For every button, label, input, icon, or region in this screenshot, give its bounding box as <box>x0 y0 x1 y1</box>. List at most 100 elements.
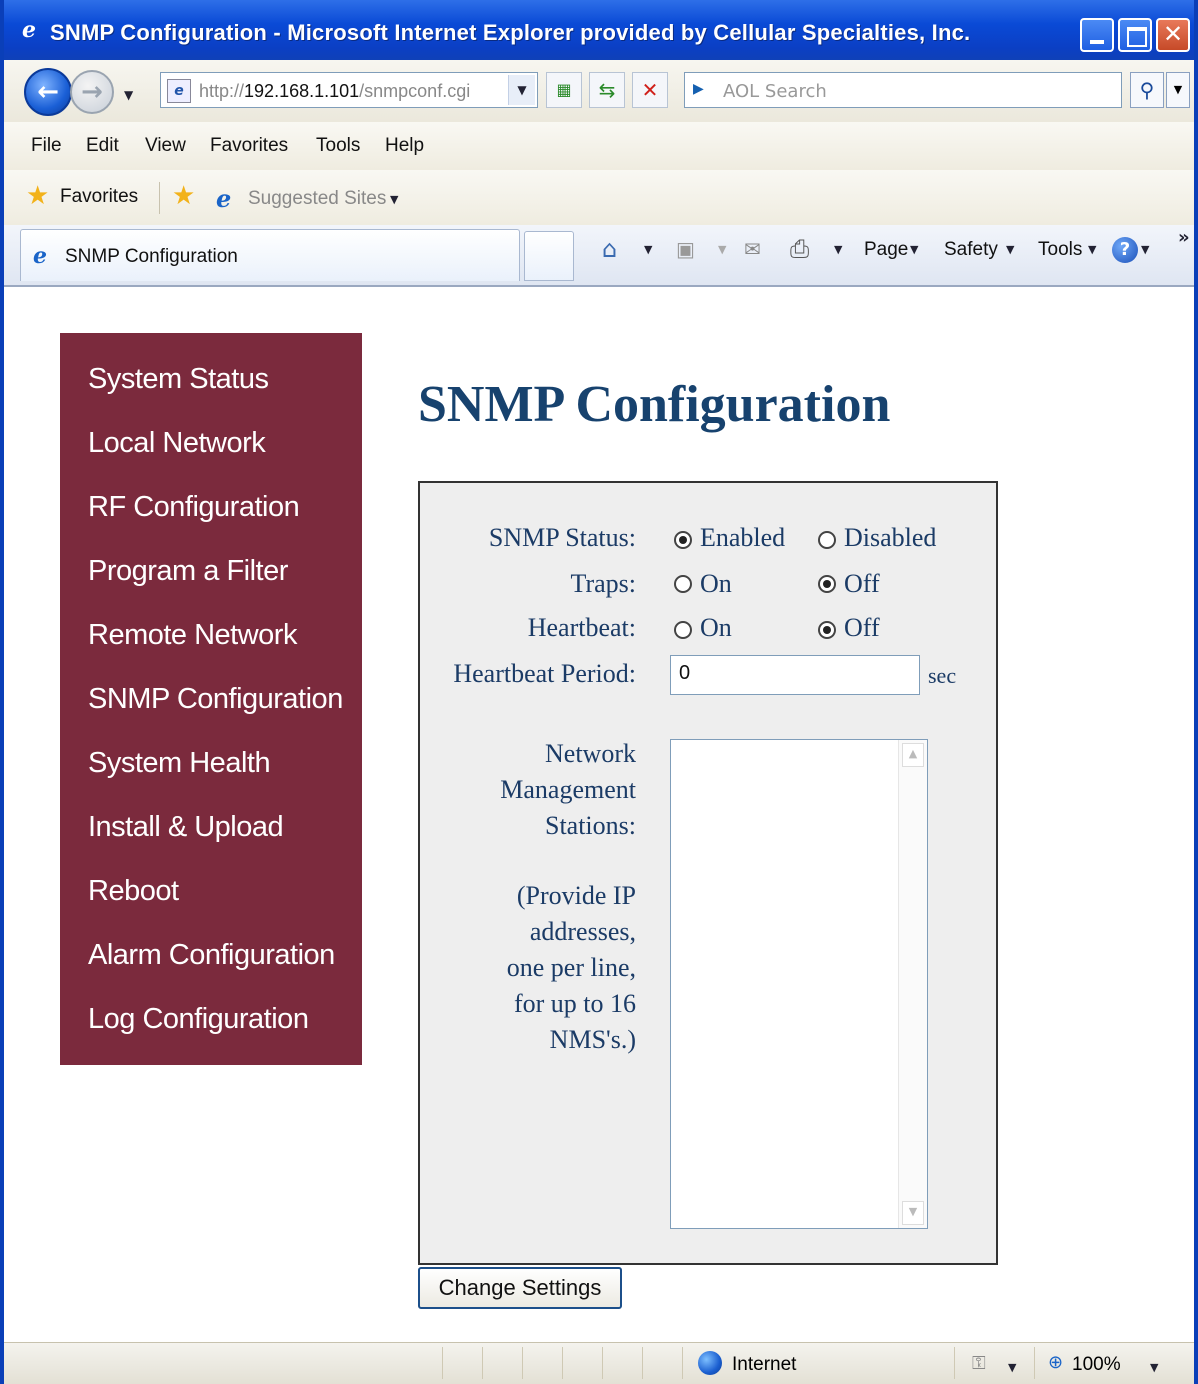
add-to-favorites-icon[interactable]: ★ <box>172 183 195 209</box>
page-content: System Status Local Network RF Configura… <box>4 287 1194 1342</box>
suggested-sites-dropdown-icon[interactable]: ▼ <box>390 193 398 206</box>
safety-menu-dropdown-icon[interactable]: ▼ <box>1006 243 1014 256</box>
feeds-icon[interactable]: ▣ <box>676 235 695 263</box>
print-icon[interactable]: ⎙ <box>790 235 809 263</box>
scroll-up-icon[interactable]: ▲ <box>902 743 924 767</box>
zoom-icon[interactable]: ⊕ <box>1048 1352 1063 1373</box>
close-button[interactable]: ✕ <box>1156 18 1190 52</box>
heartbeat-off-radio[interactable] <box>818 621 836 639</box>
menu-edit[interactable]: Edit <box>86 135 119 157</box>
nms-hint-line5: NMS's.) <box>549 1025 636 1054</box>
maximize-icon <box>1127 27 1147 47</box>
heartbeat-period-label: Heartbeat Period: <box>453 659 636 688</box>
refresh-button[interactable]: ⇆ <box>589 72 625 108</box>
snmp-enabled-radio[interactable] <box>674 531 692 549</box>
traps-off-label[interactable]: Off <box>844 569 880 599</box>
back-arrow-icon: ← <box>37 77 59 107</box>
read-mail-icon[interactable]: ✉ <box>744 235 761 263</box>
history-dropdown-icon[interactable]: ▼ <box>124 88 133 102</box>
page-title: SNMP Configuration <box>418 376 891 433</box>
sidebar-item-local-network[interactable]: Local Network <box>88 427 266 460</box>
tab-snmp-configuration[interactable]: e SNMP Configuration <box>20 229 520 281</box>
forward-button[interactable]: → <box>70 70 114 114</box>
menu-view[interactable]: View <box>145 135 186 157</box>
status-divider <box>682 1347 683 1379</box>
sidebar-item-system-status[interactable]: System Status <box>88 363 269 396</box>
page-menu[interactable]: Page <box>864 239 908 261</box>
address-dropdown-icon[interactable]: ▼ <box>508 75 535 105</box>
heartbeat-on-label[interactable]: On <box>700 613 732 643</box>
scroll-down-icon[interactable]: ▼ <box>902 1201 924 1225</box>
sidebar-item-reboot[interactable]: Reboot <box>88 875 179 908</box>
traps-off-radio[interactable] <box>818 575 836 593</box>
menu-tools[interactable]: Tools <box>316 135 360 157</box>
sidebar-item-program-a-filter[interactable]: Program a Filter <box>88 555 288 588</box>
menu-file[interactable]: File <box>31 135 62 157</box>
ie-tab-icon: e <box>33 243 47 269</box>
menu-favorites[interactable]: Favorites <box>210 135 288 157</box>
browser-window: e SNMP Configuration - Microsoft Interne… <box>0 0 1198 1384</box>
snmp-enabled-label[interactable]: Enabled <box>700 523 785 553</box>
print-dropdown-icon[interactable]: ▼ <box>834 243 842 256</box>
maximize-button[interactable] <box>1118 18 1152 52</box>
help-icon[interactable]: ? <box>1112 237 1138 263</box>
heartbeat-period-unit: sec <box>928 663 957 688</box>
safety-menu[interactable]: Safety <box>944 239 998 261</box>
new-tab-button[interactable] <box>524 231 574 281</box>
heartbeat-label: Heartbeat: <box>527 613 636 642</box>
heartbeat-period-input[interactable]: 0 <box>670 655 920 695</box>
zoom-dropdown-icon[interactable]: ▼ <box>1150 1361 1158 1374</box>
address-bar[interactable]: e http://192.168.1.101/snmpconf.cgi ▼ <box>160 72 538 108</box>
feeds-dropdown-icon[interactable]: ▼ <box>718 243 726 256</box>
sidebar-item-system-health[interactable]: System Health <box>88 747 271 780</box>
change-settings-button[interactable]: Change Settings <box>418 1267 622 1309</box>
status-divider <box>642 1347 643 1379</box>
refresh-icon: ⇆ <box>598 78 616 102</box>
help-dropdown-icon[interactable]: ▼ <box>1141 243 1149 256</box>
snmp-disabled-radio[interactable] <box>818 531 836 549</box>
sidebar-item-alarm-configuration[interactable]: Alarm Configuration <box>88 939 335 972</box>
protected-mode-icon[interactable]: ⚿ <box>972 1353 986 1374</box>
stop-button[interactable]: ✕ <box>632 72 668 108</box>
heartbeat-off-label[interactable]: Off <box>844 613 880 643</box>
traps-label: Traps: <box>570 569 636 598</box>
sidebar-item-install-upload[interactable]: Install & Upload <box>88 811 284 844</box>
sidebar-item-snmp-configuration[interactable]: SNMP Configuration <box>88 683 343 716</box>
tools-menu-dropdown-icon[interactable]: ▼ <box>1088 243 1096 256</box>
home-icon[interactable]: ⌂ <box>602 235 617 263</box>
sidebar-item-log-configuration[interactable]: Log Configuration <box>88 1003 309 1036</box>
title-bar: e SNMP Configuration - Microsoft Interne… <box>4 0 1194 60</box>
sidebar-item-rf-configuration[interactable]: RF Configuration <box>88 491 300 524</box>
traps-on-radio[interactable] <box>674 575 692 593</box>
favorites-bar: ★ Favorites ★ e Suggested Sites ▼ <box>4 170 1194 226</box>
back-button[interactable]: ← <box>24 68 72 116</box>
status-divider <box>442 1347 443 1379</box>
snmp-disabled-label[interactable]: Disabled <box>844 523 936 553</box>
search-box[interactable]: ▶ AOL Search <box>684 72 1122 108</box>
sidebar-item-remote-network[interactable]: Remote Network <box>88 619 297 652</box>
favorites-button[interactable]: Favorites <box>60 186 138 208</box>
nms-scrollbar[interactable]: ▲ ▼ <box>898 740 927 1228</box>
minimize-button[interactable] <box>1080 18 1114 52</box>
protected-mode-dropdown-icon[interactable]: ▼ <box>1008 1361 1016 1374</box>
overflow-chevron-icon[interactable]: » <box>1178 227 1190 248</box>
traps-on-label[interactable]: On <box>700 569 732 599</box>
nms-label-line3: Stations: <box>544 811 636 840</box>
close-icon: ✕ <box>1162 20 1184 48</box>
nms-label-line2: Management <box>500 775 636 804</box>
search-options-dropdown[interactable]: ▼ <box>1166 72 1190 108</box>
search-button[interactable]: ⚲ <box>1130 72 1164 108</box>
nms-textarea[interactable]: ▲ ▼ <box>670 739 928 1229</box>
tools-menu[interactable]: Tools <box>1038 239 1082 261</box>
page-menu-dropdown-icon[interactable]: ▼ <box>910 243 918 256</box>
status-divider <box>522 1347 523 1379</box>
menu-help[interactable]: Help <box>385 135 424 157</box>
compatibility-view-button[interactable]: ▦ <box>546 72 582 108</box>
heartbeat-on-radio[interactable] <box>674 621 692 639</box>
suggested-sites-link[interactable]: Suggested Sites <box>248 188 386 210</box>
address-url[interactable]: http://192.168.1.101/snmpconf.cgi <box>199 81 470 102</box>
home-dropdown-icon[interactable]: ▼ <box>644 243 652 256</box>
status-divider <box>482 1347 483 1379</box>
stop-icon: ✕ <box>641 78 659 102</box>
zoom-level[interactable]: 100% <box>1072 1354 1121 1376</box>
